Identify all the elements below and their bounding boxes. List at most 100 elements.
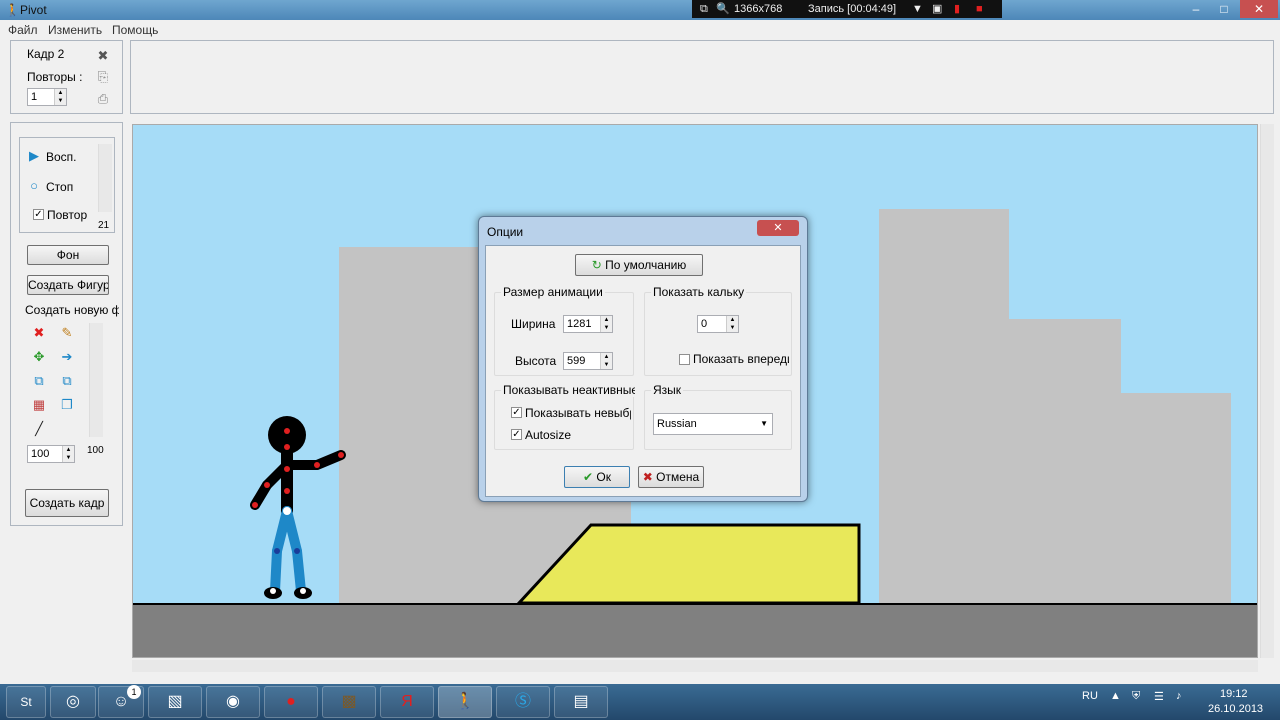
dropdown-arrow-icon[interactable]: ▼ <box>912 0 923 18</box>
yandex-icon[interactable]: Я <box>380 686 434 718</box>
inactive-group: Показывать неактивные ✓ Показывать невыб… <box>494 383 635 450</box>
language-value: Russian <box>657 418 697 430</box>
figure-scrollbar[interactable] <box>89 323 103 437</box>
onion-front-label: Показать впереди <box>693 352 789 366</box>
refresh-icon: ↻ <box>591 258 602 272</box>
input-language[interactable]: RU <box>1082 690 1098 702</box>
play-label[interactable]: Восп. <box>46 150 77 164</box>
stop-record-icon[interactable]: ■ <box>976 0 983 18</box>
yandex-browser-icon[interactable]: ● <box>264 686 318 718</box>
game-app-icon[interactable]: ☺ 1 <box>98 685 144 718</box>
maximize-button[interactable]: □ <box>1210 0 1238 18</box>
pause-icon[interactable]: ▮ <box>954 0 960 18</box>
clock-date[interactable]: 26.10.2013 <box>1208 703 1263 715</box>
stage-vertical-scrollbar[interactable] <box>1260 124 1274 658</box>
frames-strip[interactable] <box>130 40 1274 114</box>
show-unselected-checkbox[interactable]: ✓ <box>511 407 522 418</box>
join-figure-icon[interactable]: ❐ <box>59 397 75 413</box>
height-label: Высота <box>515 354 557 368</box>
network-icon[interactable]: ☰ <box>1154 690 1164 703</box>
onion-group-title: Показать кальку <box>651 285 747 299</box>
magnifier-icon[interactable]: 🔍 <box>716 0 730 18</box>
onion-value: 0 <box>701 318 708 330</box>
media-player-icon[interactable]: ◎ <box>50 686 96 718</box>
camera-icon[interactable]: ▣ <box>932 0 942 18</box>
width-value: 1281 <box>567 318 592 330</box>
onion-group: Показать кальку 0 ▲ ▼ Показать впереди <box>644 285 792 376</box>
cancel-label: Отмена <box>656 470 700 484</box>
spinner-arrows-icon[interactable]: ▲ ▼ <box>600 353 612 369</box>
stage-horizontal-scrollbar[interactable] <box>132 660 1258 672</box>
ok-label: Ок <box>596 470 611 484</box>
pivot-window: 🚶 Pivot ⧉ 🔍 1366x768 Запись [00:04:49] ▼… <box>0 0 1280 684</box>
color-figure-icon[interactable]: ▦ <box>31 397 47 413</box>
stop-icon[interactable]: ○ <box>26 178 42 194</box>
close-button[interactable]: ✕ <box>1240 0 1278 18</box>
menu-file[interactable]: Файл <box>8 23 38 37</box>
defaults-label: По умолчанию <box>605 258 687 272</box>
delete-figure-icon[interactable]: ✖ <box>31 325 47 341</box>
file-manager-icon[interactable]: ▧ <box>148 686 202 718</box>
background-button[interactable]: Фон <box>27 245 109 265</box>
copy-icon[interactable]: ⎘ <box>95 69 111 85</box>
spinner-arrows-icon[interactable]: ▲ ▼ <box>62 446 74 462</box>
recorder-status: Запись [00:04:49] <box>808 3 897 15</box>
film-editor-icon[interactable]: ▤ <box>554 686 608 718</box>
stop-label[interactable]: Стоп <box>46 180 73 194</box>
spinner-arrows-icon[interactable]: ▲ ▼ <box>54 89 66 105</box>
bring-front-icon[interactable]: ⧉ <box>31 373 47 389</box>
send-back-icon[interactable]: ⧉ <box>59 373 75 389</box>
ok-button[interactable]: ✔ Ок <box>564 466 630 488</box>
frame-panel: Кадр 2 ✖ Повторы : ⎘ 1 ▲ ▼ ⎙ <box>10 40 123 114</box>
flip-figure-icon[interactable]: ➔ <box>59 349 75 365</box>
delete-frame-icon[interactable]: ✖ <box>95 48 111 64</box>
tray-arrow-icon[interactable]: ▲ <box>1110 690 1121 702</box>
start-button[interactable]: St <box>6 686 46 718</box>
width-spinner[interactable]: 1281 ▲ ▼ <box>563 315 613 333</box>
onion-front-checkbox[interactable] <box>679 354 690 365</box>
onion-spinner[interactable]: 0 ▲ ▼ <box>697 315 739 333</box>
loop-checkbox[interactable]: ✓ <box>33 209 44 220</box>
language-group-title: Язык <box>651 383 684 397</box>
ramp-shape <box>515 523 861 605</box>
pivot-taskbar-icon[interactable]: 🚶 <box>438 686 492 718</box>
shield-icon[interactable]: ⛨ <box>1132 690 1140 703</box>
create-figure-button[interactable]: Создать Фигуру <box>27 275 109 295</box>
inactive-group-title: Показывать неактивные <box>501 383 635 397</box>
dialog-close-button[interactable]: ✕ <box>757 220 799 236</box>
stickman-icon: 🚶 <box>5 3 20 17</box>
scale-value: 100 <box>31 448 50 460</box>
minimize-button[interactable]: – <box>1182 0 1210 18</box>
window-title: Pivot <box>20 3 47 17</box>
spinner-arrows-icon[interactable]: ▲ ▼ <box>726 316 738 332</box>
speed-scrollbar[interactable] <box>98 144 112 212</box>
spinner-arrows-icon[interactable]: ▲ ▼ <box>600 316 612 332</box>
screen-recorder-icon[interactable]: ◉ <box>206 686 260 718</box>
language-select[interactable]: Russian ▼ <box>653 413 773 435</box>
width-label: Ширина <box>511 317 556 331</box>
height-value: 599 <box>567 355 586 367</box>
brush-icon[interactable]: ╱ <box>31 421 47 437</box>
recorder-window-icon[interactable]: ⧉ <box>700 0 708 18</box>
volume-icon[interactable]: ♪ <box>1176 690 1182 702</box>
menu-bar: Файл Изменить Помощь <box>0 20 1280 38</box>
defaults-button[interactable]: ↻ По умолчанию <box>575 254 703 276</box>
skype-icon[interactable]: Ⓢ <box>496 686 550 718</box>
cancel-button[interactable]: ✖ Отмена <box>638 466 704 488</box>
center-figure-icon[interactable]: ✥ <box>31 349 47 365</box>
edit-figure-icon[interactable]: ✎ <box>59 325 75 341</box>
height-spinner[interactable]: 599 ▲ ▼ <box>563 352 613 370</box>
checkmark-icon: ✔ <box>583 470 594 484</box>
scale-spinner[interactable]: 100 ▲ ▼ <box>27 445 75 463</box>
menu-help[interactable]: Помощь <box>112 23 158 37</box>
speed-value: 21 <box>98 220 110 231</box>
menu-edit[interactable]: Изменить <box>48 23 102 37</box>
repeats-spinner[interactable]: 1 ▲ ▼ <box>27 88 67 106</box>
create-frame-button[interactable]: Создать кадр <box>25 489 109 517</box>
play-icon[interactable]: ▶ <box>26 148 42 164</box>
clock-time[interactable]: 19:12 <box>1220 688 1248 700</box>
minecraft-icon[interactable]: ▩ <box>322 686 376 718</box>
autosize-checkbox[interactable]: ✓ <box>511 429 522 440</box>
size-group: Размер анимации Ширина 1281 ▲ ▼ Высота 59… <box>494 285 634 376</box>
paste-icon[interactable]: ⎙ <box>95 91 111 107</box>
